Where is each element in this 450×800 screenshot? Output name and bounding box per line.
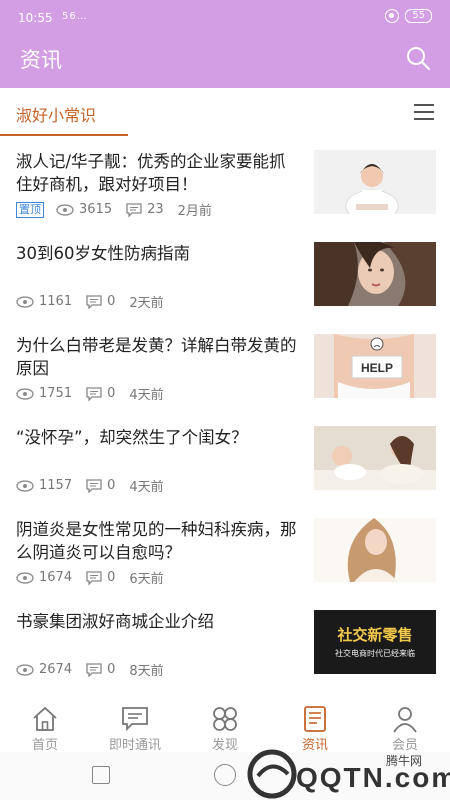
comment-count: 0: [107, 570, 116, 585]
nav-chat-label: 即时通讯: [108, 738, 161, 753]
help-sign-text: HELP: [361, 361, 393, 375]
article-time: 8天前: [129, 664, 164, 679]
comment-count: 0: [107, 386, 116, 401]
nav-home-label: 首页: [31, 738, 58, 753]
comment-count: 23: [147, 202, 164, 217]
eye-comfort-icon: [385, 9, 400, 23]
comment-icon: [86, 294, 102, 309]
chat-icon: [122, 707, 148, 732]
article-time: 4天前: [129, 388, 164, 403]
eye-icon: [16, 295, 34, 308]
recent-apps-button[interactable]: [92, 766, 110, 784]
comment-icon: [126, 202, 142, 217]
signal-indicator: 56…: [62, 11, 88, 22]
tab-shuhao-tips[interactable]: 淑好小常识: [16, 102, 96, 126]
article-time: 2月前: [177, 204, 212, 219]
menu-icon[interactable]: [414, 104, 434, 120]
view-count: 3615: [79, 202, 113, 217]
page-title: 资讯: [20, 48, 62, 72]
eye-icon: [16, 479, 34, 492]
article-title[interactable]: 淑人记/华子靓：优秀的企业家要能抓住好商机，跟对好项目！: [16, 150, 302, 196]
comment-count: 0: [107, 294, 116, 309]
home-system-button[interactable]: [214, 764, 236, 786]
article-item[interactable]: 书豪集团淑好商城企业介绍 2674 0 8天前 社交新零售 社交电商时代已经来临: [0, 600, 450, 692]
article-thumbnail[interactable]: [314, 242, 436, 306]
article-thumbnail[interactable]: 社交新零售 社交电商时代已经来临: [314, 610, 436, 674]
view-count: 1161: [39, 294, 73, 309]
category-tabbar: 淑好小常识: [0, 88, 450, 136]
article-item[interactable]: 阴道炎是女性常见的一种妇科疾病，那么阴道炎可以自愈吗？ 1674 0 6天前: [0, 508, 450, 600]
nav-chat[interactable]: 即时通讯: [90, 700, 180, 753]
discover-icon: [213, 707, 237, 731]
article-time: 6天前: [129, 572, 164, 587]
comment-count: 0: [107, 662, 116, 677]
battery-indicator: 55: [405, 9, 432, 23]
search-button[interactable]: [404, 44, 432, 72]
article-meta: 1157 0 4天前: [16, 476, 178, 495]
view-count: 1674: [39, 570, 73, 585]
status-time: 10:55: [18, 11, 53, 25]
view-count: 2674: [39, 662, 73, 677]
eye-icon: [16, 571, 34, 584]
article-item[interactable]: “没怀孕”，却突然生了个闺女？ 1157 0 4天前: [0, 416, 450, 508]
article-time: 4天前: [129, 480, 164, 495]
news-icon: [304, 706, 326, 732]
eye-icon: [16, 663, 34, 676]
tab-underline: [0, 134, 128, 136]
article-meta: 2674 0 8天前: [16, 660, 178, 679]
comment-icon: [86, 478, 102, 493]
comment-icon: [86, 662, 102, 677]
article-thumbnail[interactable]: [314, 426, 436, 490]
article-meta: 1751 0 4天前: [16, 384, 178, 403]
view-count: 1157: [39, 478, 73, 493]
article-title[interactable]: 30到60岁女性防病指南: [16, 242, 302, 265]
article-item[interactable]: 为什么白带老是发黄？详解白带发黄的原因 1751 0 4天前 HELP: [0, 324, 450, 416]
header: 10:55 56… 55 资讯: [0, 0, 450, 88]
user-icon: [393, 707, 417, 733]
promo-main-text: 社交新零售: [336, 626, 412, 644]
home-icon: [33, 706, 57, 731]
comment-count: 0: [107, 478, 116, 493]
nav-home[interactable]: 首页: [0, 700, 90, 753]
status-bar: 10:55 56… 55: [0, 0, 450, 34]
article-thumbnail[interactable]: [314, 518, 436, 582]
article-item[interactable]: 淑人记/华子靓：优秀的企业家要能抓住好商机，跟对好项目！ 置顶 3615 23 …: [0, 140, 450, 232]
article-title[interactable]: 书豪集团淑好商城企业介绍: [16, 610, 302, 633]
search-icon: [407, 47, 431, 71]
article-list: 淑人记/华子靓：优秀的企业家要能抓住好商机，跟对好项目！ 置顶 3615 23 …: [0, 140, 450, 692]
article-title[interactable]: “没怀孕”，却突然生了个闺女？: [16, 426, 302, 449]
status-right: 55: [385, 9, 432, 23]
article-time: 2天前: [129, 296, 164, 311]
promo-sub-text: 社交电商时代已经来临: [335, 648, 415, 658]
view-count: 1751: [39, 386, 73, 401]
comment-icon: [86, 386, 102, 401]
eye-icon: [56, 203, 74, 216]
article-title[interactable]: 为什么白带老是发黄？详解白带发黄的原因: [16, 334, 302, 380]
article-title[interactable]: 阴道炎是女性常见的一种妇科疾病，那么阴道炎可以自愈吗？: [16, 518, 302, 564]
article-meta: 1674 0 6天前: [16, 568, 178, 587]
article-item[interactable]: 30到60岁女性防病指南 1161 0 2天前: [0, 232, 450, 324]
article-meta: 1161 0 2天前: [16, 292, 178, 311]
eye-icon: [16, 387, 34, 400]
watermark-site-text: QQTN.com: [296, 762, 450, 793]
article-thumbnail[interactable]: HELP: [314, 334, 436, 398]
pinned-badge: 置顶: [16, 201, 44, 218]
comment-icon: [86, 570, 102, 585]
article-meta: 置顶 3615 23 2月前: [16, 200, 226, 219]
app-root: 10:55 56… 55 资讯 淑好小常识 淑人记/华子靓：优秀的企业家要能抓住…: [0, 0, 450, 800]
article-thumbnail[interactable]: [314, 150, 436, 214]
